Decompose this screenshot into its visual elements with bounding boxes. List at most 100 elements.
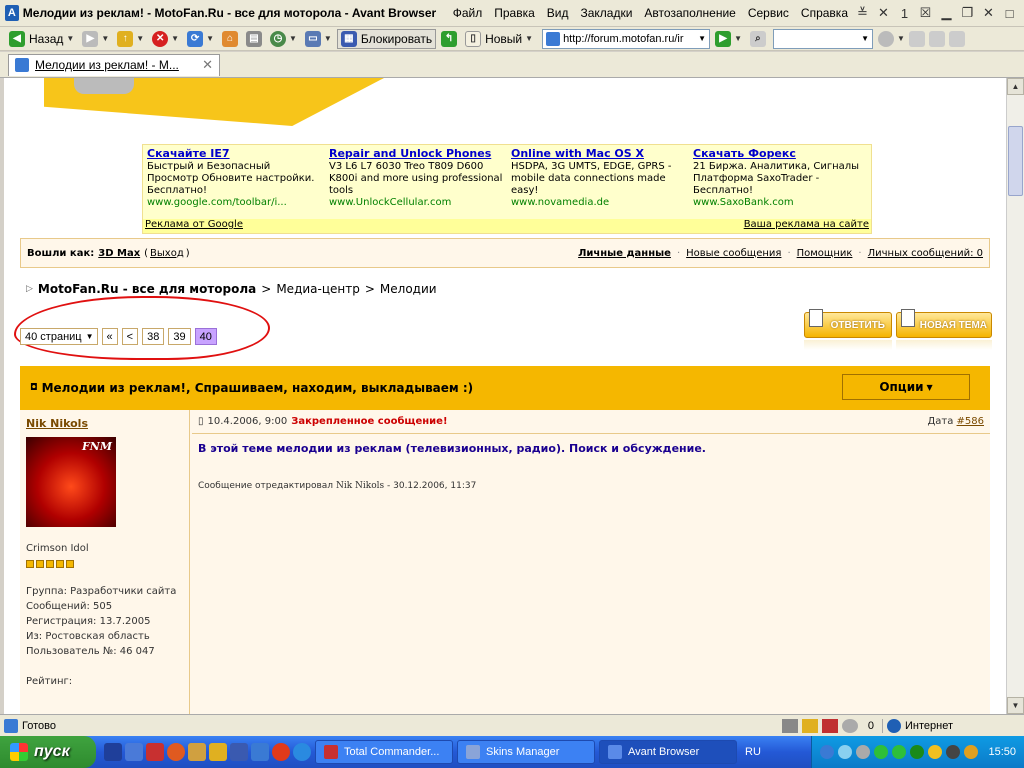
quick-icon[interactable] [125,743,143,761]
up-button[interactable]: ↑ ▼ [114,29,147,49]
address-input[interactable]: http://forum.motofan.ru/ir ▼ [542,28,711,49]
options-button[interactable]: Опции ▼ [842,374,970,400]
author-link[interactable]: Nik Nikols [26,416,183,431]
tool-icon[interactable] [908,30,925,47]
tray-icon[interactable] [892,745,907,759]
maximize-button[interactable]: □ [1001,5,1018,22]
logout-link[interactable]: Выход [150,248,184,259]
breadcrumb-home[interactable]: MotoFan.Ru - все для моторола [38,282,256,296]
ad-title-link[interactable]: Скачать Форекс [693,148,867,160]
ads-by-google-link[interactable]: Реклама от Google [145,219,243,233]
new-topic-button[interactable]: НОВАЯ ТЕМА [896,309,992,338]
ad-url[interactable]: www.novamedia.de [511,197,685,209]
new-posts-link[interactable]: Новые сообщения [686,248,781,259]
menu-view[interactable]: Вид [541,6,575,20]
go-button[interactable]: ▶ ▼ [712,29,745,49]
tool-icon[interactable] [877,30,894,47]
menu-tools[interactable]: Сервис [742,6,795,20]
your-ad-link[interactable]: Ваша реклама на сайте [744,219,869,233]
chevron-down-icon[interactable]: ▼ [136,34,144,43]
chevron-down-icon[interactable]: ▼ [525,34,533,43]
start-button[interactable]: пуск [0,736,96,768]
ad-url[interactable]: www.google.com/toolbar/i... [147,197,321,209]
quick-icon[interactable] [104,743,122,761]
menu-autofill[interactable]: Автозаполнение [638,6,741,20]
ad-title-link[interactable]: Скачайте IE7 [147,148,321,160]
language-indicator[interactable]: RU [745,746,761,758]
chevron-down-icon[interactable]: ▼ [698,34,706,43]
tray-icon[interactable] [820,745,835,759]
stop-button[interactable]: ✕ ▼ [149,29,182,49]
ad-url[interactable]: www.SaxoBank.com [693,197,867,209]
tray-icon[interactable] [928,745,943,759]
scroll-thumb[interactable] [1008,126,1023,196]
post-number-link[interactable]: #586 [957,416,984,427]
new-button[interactable]: ▯ Новый ▼ [462,29,536,49]
collapse-icon[interactable]: ≚ [854,5,871,22]
chevron-down-icon[interactable]: ▼ [101,34,109,43]
chevron-down-icon[interactable]: ▼ [324,34,332,43]
taskbar-skins-manager[interactable]: Skins Manager [457,740,595,764]
tool-icon[interactable] [928,30,945,47]
chevron-down-icon[interactable]: ▼ [66,34,74,43]
quick-icon[interactable] [272,743,290,761]
profile-link[interactable]: Личные данные [578,248,671,259]
tray-icon[interactable] [874,745,889,759]
menu-edit[interactable]: Правка [488,6,541,20]
search-button[interactable]: ⌕ [747,29,769,49]
quick-icon[interactable] [167,743,185,761]
page-39[interactable]: 39 [168,328,191,345]
pencil-icon[interactable] [948,30,965,47]
tray-icon[interactable] [964,745,979,759]
close-icon[interactable]: ✕ [202,57,213,73]
quick-icon[interactable] [209,743,227,761]
taskbar-avant-browser[interactable]: Avant Browser [599,740,737,764]
ad-title-link[interactable]: Repair and Unlock Phones [329,148,503,160]
refresh-button[interactable]: ⟳ ▼ [184,29,217,49]
flash-icon[interactable] [841,718,858,733]
page-first[interactable]: « [101,328,118,345]
tab-active[interactable]: Мелодии из реклам! - M... ✕ [8,53,220,76]
favorites-button[interactable]: ▤ [243,29,265,49]
user-link[interactable]: 3D Max [98,248,140,259]
chevron-down-icon[interactable]: ▼ [897,34,905,43]
close-button[interactable]: ✕ [980,5,997,22]
tray-icon[interactable] [910,745,925,759]
history-button[interactable]: ◷ ▼ [267,29,300,49]
restore-button[interactable]: ❐ [959,5,976,22]
chevron-down-icon[interactable]: ▼ [171,34,179,43]
lock-icon[interactable] [801,718,818,733]
taskbar-total-commander[interactable]: Total Commander... [315,740,453,764]
toolbar-icon[interactable] [781,718,798,733]
menu-file[interactable]: Файл [447,6,489,20]
home-button[interactable]: ⌂ [219,29,241,49]
breadcrumb-melodies[interactable]: Мелодии [380,282,437,296]
vertical-scrollbar[interactable]: ▲ ▼ [1006,78,1024,714]
quick-icon[interactable] [251,743,269,761]
quick-icon[interactable] [146,743,164,761]
tray-icon[interactable] [838,745,853,759]
assistant-link[interactable]: Помощник [797,248,853,259]
clock[interactable]: 15:50 [988,746,1016,758]
quick-icon[interactable] [230,743,248,761]
breadcrumb-media[interactable]: Медиа-центр [276,282,360,296]
menu-bookmarks[interactable]: Закладки [574,6,638,20]
close-tab-icon[interactable]: ☒ [917,5,934,22]
menu-help[interactable]: Справка [795,6,854,20]
reply-button[interactable]: ОТВЕТИТЬ [804,309,892,338]
chevron-down-icon[interactable]: ▼ [289,34,297,43]
minimize-button[interactable]: ▁ [938,5,955,22]
chevron-down-icon[interactable]: ▼ [861,34,869,43]
filter-button[interactable]: ↰ [438,29,460,49]
quick-icon[interactable] [188,743,206,761]
scroll-up-icon[interactable]: ▲ [1007,78,1024,95]
chevron-down-icon[interactable]: ▼ [734,34,742,43]
chevron-down-icon[interactable]: ▼ [206,34,214,43]
tray-icon[interactable] [856,745,871,759]
messages-link[interactable]: Личных сообщений: 0 [868,248,983,259]
ad-title-link[interactable]: Online with Mac OS X [511,148,685,160]
close-all-icon[interactable]: ✕ [875,5,892,22]
search-input[interactable]: ▼ [772,28,873,49]
pages-select[interactable]: 40 страниц ▼ [20,328,98,345]
forward-button[interactable]: ▶ ▼ [79,29,112,49]
